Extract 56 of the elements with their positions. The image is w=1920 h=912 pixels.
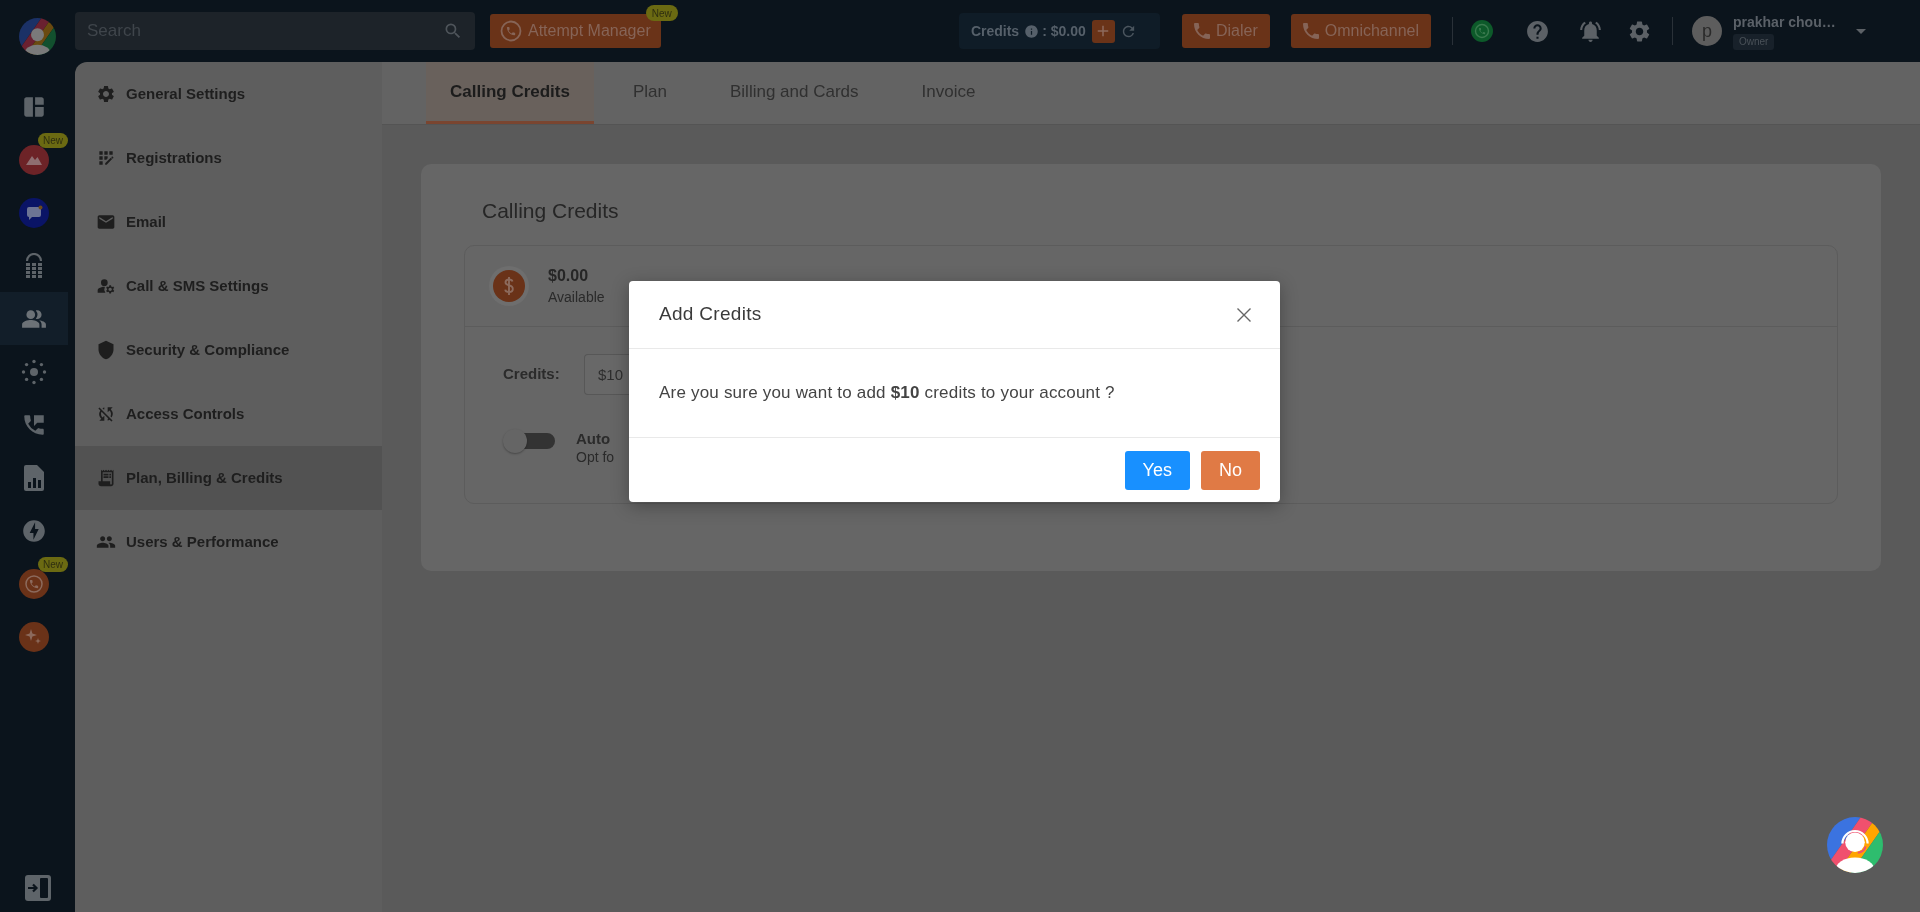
close-icon[interactable] [1237,307,1251,322]
dialog-message: Are you sure you want to add $10 credits to your account ? [659,382,1115,405]
arrow-into-panel-icon[interactable] [25,875,51,901]
tab[interactable]: Calling Credits [426,62,594,124]
auto-recharge-toggle[interactable] [503,429,555,453]
info-icon [1024,23,1040,39]
chat-bubble-circle-icon [19,197,49,228]
settings-menu-item[interactable]: Users & Performance [75,510,382,574]
attempt-manager-button[interactable]: Attempt Manager [490,14,661,48]
dialog-button[interactable]: Yes [1124,450,1190,490]
balance-amount: $0.00 [548,266,590,286]
dotted-sun-icon [21,358,47,385]
gear-icon [96,84,116,104]
phone-circle-icon [500,20,522,42]
add-credits-button[interactable] [1091,19,1115,43]
envelope-icon [96,212,116,232]
nav-button[interactable] [0,292,68,345]
credits-field-label: Credits: [503,364,561,385]
person-gear-icon [96,276,116,296]
settings-menu-item[interactable]: General Settings [75,62,382,126]
settings-menu-item[interactable]: Email [75,190,382,254]
sparkle-circle-icon [19,621,49,652]
card-title: Calling Credits [482,198,620,224]
auto-recharge-title: Auto [576,429,612,448]
user-name: prakhar chou… [1733,12,1836,31]
new-badge: New [38,133,68,148]
phone-icon [1302,23,1319,39]
call-button[interactable]: Omnichannel [1290,14,1431,48]
phone-circle-icon [19,568,49,599]
new-badge: New [38,557,68,572]
shield-icon [96,340,116,360]
mountain-circle-icon [19,144,49,175]
search-icon [443,21,463,41]
chat-phone-circle-icon[interactable] [1471,20,1493,42]
headset-agent-icon[interactable] [1827,817,1883,873]
settings-menu-item[interactable]: Access Controls [75,382,382,446]
chart-document-icon [24,464,44,491]
credits-input[interactable]: $10 [584,354,630,395]
keypad-icon [24,252,44,279]
auto-recharge-caption: Opt fo [576,448,615,467]
dot-grid-pencil-icon [96,148,116,168]
credits-balance: : $0.00 [1042,21,1086,41]
sync-slash-icon [96,404,116,424]
settings-menu-item[interactable]: Security & Compliance [75,318,382,382]
credits-label: Credits [970,21,1020,41]
new-badge: New [645,5,678,21]
dialog-title: Add Credits [659,302,762,327]
receipt-icon [96,468,116,488]
help-icon[interactable] [1525,18,1550,44]
dialog-button[interactable]: No [1201,450,1260,490]
balance-caption: Available [548,288,605,306]
dollar-coin-icon [489,266,529,306]
settings-menu-item[interactable]: Call & SMS Settings [75,254,382,318]
phone-icon [1193,23,1210,39]
call-button[interactable]: Dialer [1181,14,1270,48]
settings-menu-item[interactable]: Registrations [75,126,382,190]
